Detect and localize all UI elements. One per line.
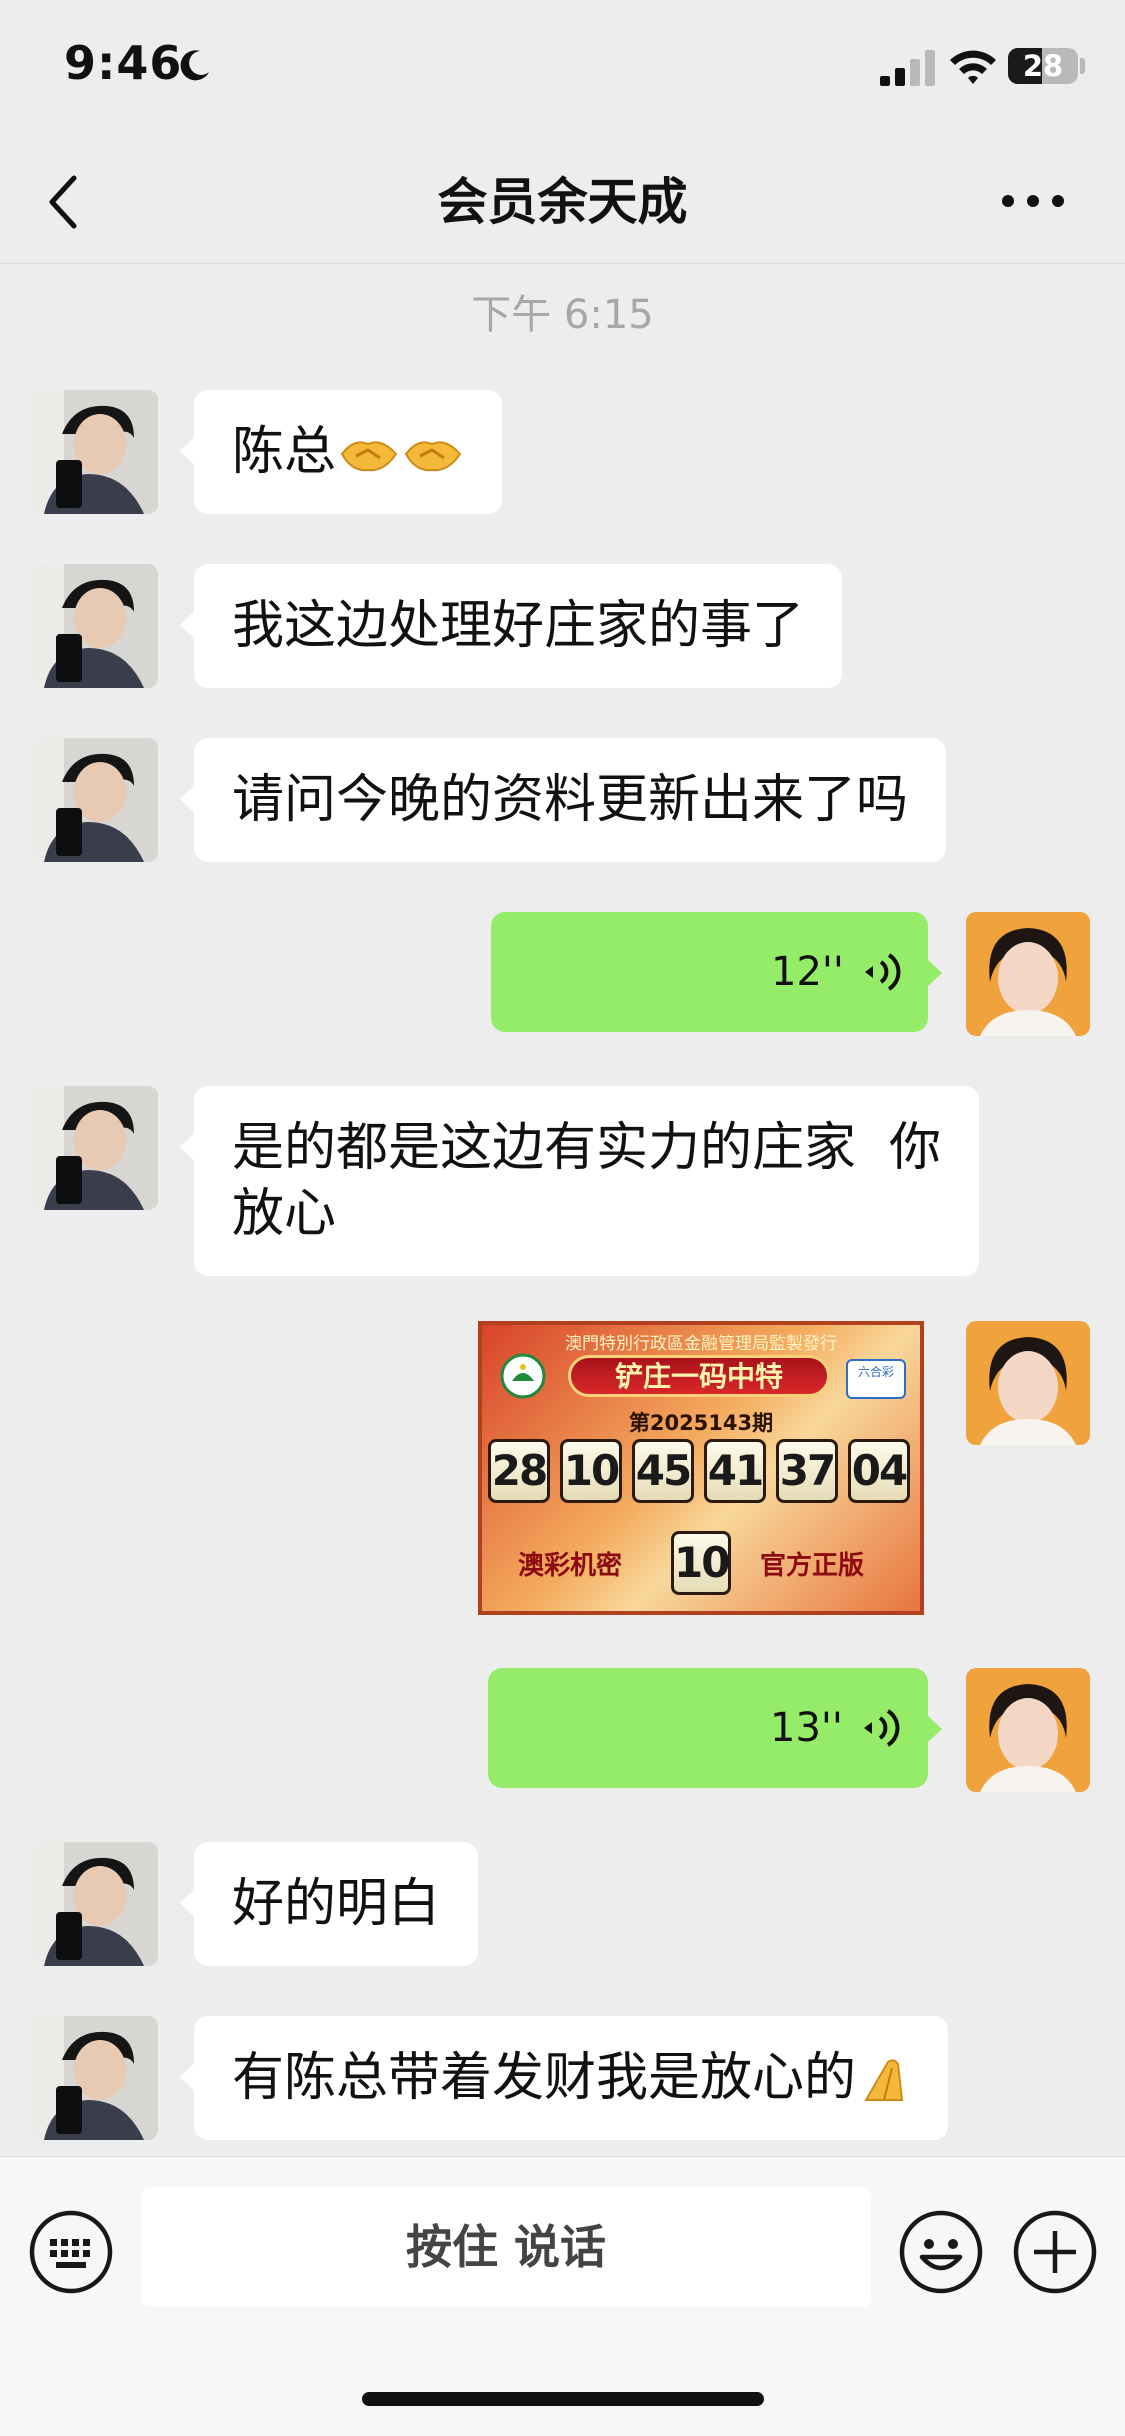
handshake-emoji-icon [340,441,398,472]
image-issuer-text: 澳門特別行政區金融管理局監製發行 [565,1334,837,1354]
chat-title: 会员余天成 [437,173,688,231]
contact-avatar[interactable] [34,738,158,862]
image-banner-text: 铲庄一码中特 [614,1360,783,1393]
lottery-special-number: 10 [671,1531,731,1595]
hold-to-talk-button[interactable]: 按住 说话 [141,2187,871,2307]
wifi-icon [950,50,996,84]
image-left-label: 澳彩机密 [518,1551,623,1581]
incoming-message[interactable]: 请问今晚的资料更新出来了吗 [179,738,947,862]
home-indicator [362,2392,764,2406]
moon-icon [180,50,209,81]
incoming-message[interactable]: 陈总 [179,390,503,514]
incoming-message[interactable]: 是的都是这边有实力的庄家 你 放心 [179,1086,980,1276]
message-text: 陈总 [232,422,337,482]
voice-duration: 12'' [771,949,844,995]
message-text: 我这边处理好庄家的事了 [232,596,805,656]
contact-avatar[interactable] [34,1086,158,1210]
lottery-number: 41 [704,1439,766,1503]
keyboard-toggle-icon[interactable] [28,2209,114,2295]
contact-avatar[interactable] [34,564,158,688]
image-right-label: 官方正版 [760,1551,865,1581]
incoming-message[interactable]: 好的明白 [179,1842,479,1966]
message-text-line: 是的都是这边有实力的庄家 你 [232,1118,942,1178]
lottery-number: 04 [848,1439,910,1503]
message-text: 好的明白 [232,1874,441,1934]
image-message[interactable]: 澳門特別行政區金融管理局監製發行 铲庄一码中特 六合彩 第2025143期 28… [478,1321,924,1615]
message-text: 有陈总带着发财我是放心的 [232,2048,857,2108]
outgoing-voice-message[interactable]: 12'' [491,912,942,1032]
lottery-number: 37 [776,1439,838,1503]
battery-level: 28 [1022,49,1064,83]
contact-avatar[interactable] [34,390,158,514]
contact-avatar[interactable] [34,2016,158,2140]
message-text: 请问今晚的资料更新出来了吗 [232,770,909,830]
lottery-logo: 六合彩 [846,1359,906,1399]
message-timestamp: 下午 6:15 [471,292,654,338]
image-issue-number: 第2025143期 [628,1411,774,1435]
outgoing-voice-message[interactable]: 13'' [488,1668,942,1788]
more-options-icon[interactable] [1000,186,1066,216]
voice-wave-icon [865,953,901,991]
lottery-number: 10 [560,1439,622,1503]
plus-icon[interactable] [1012,2209,1098,2295]
incoming-message[interactable]: 有陈总带着发财我是放心的 [179,2016,949,2140]
my-avatar[interactable] [966,912,1090,1036]
status-time: 9:46 [64,36,183,90]
back-icon[interactable] [44,170,84,234]
battery-indicator: 28 [1008,48,1078,84]
voice-duration: 13'' [770,1705,843,1751]
signal-icon [880,50,935,86]
message-text-line: 放心 [232,1184,337,1244]
incoming-message[interactable]: 我这边处理好庄家的事了 [179,564,843,688]
macau-emblem-icon [500,1353,546,1399]
lottery-number: 28 [488,1439,550,1503]
handshake-emoji-icon [404,441,462,472]
voice-wave-icon [864,1709,900,1747]
contact-avatar[interactable] [34,1842,158,1966]
lottery-number: 45 [632,1439,694,1503]
chat-header: 会员余天成 [0,140,1125,264]
battery-tip [1080,58,1085,74]
my-avatar[interactable] [966,1668,1090,1792]
pray-emoji-icon [864,2059,904,2101]
status-bar: 9:46 28 [0,0,1125,140]
my-avatar[interactable] [966,1321,1090,1445]
emoji-icon[interactable] [898,2209,984,2295]
